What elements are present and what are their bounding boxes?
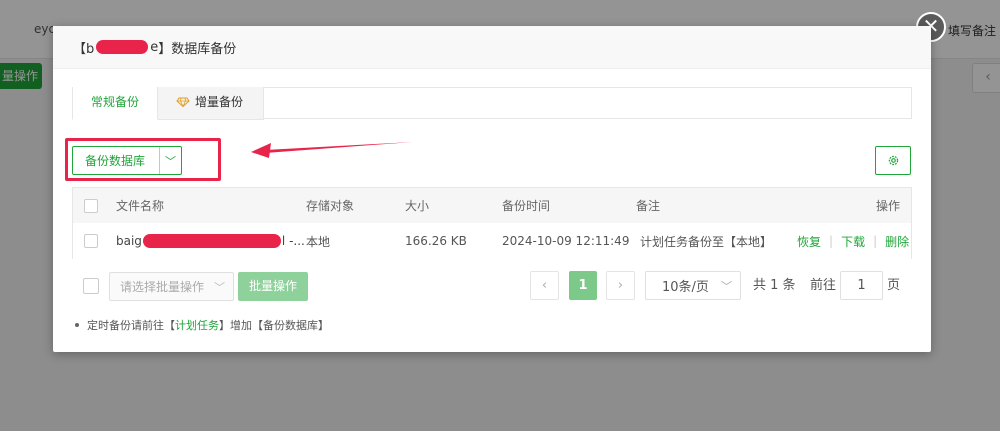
tab-regular-backup[interactable]: 常规备份	[72, 87, 159, 120]
goto-label: 前往	[810, 278, 837, 293]
row-storage: 本地	[306, 234, 331, 249]
table-row: baig l -... 本地 166.26 KB 2024-10-09 12:11…	[73, 223, 911, 259]
backup-database-button[interactable]: 备份数据库 ﹀	[72, 146, 182, 175]
page-size-select[interactable]: 10条/页 ﹀	[645, 271, 741, 300]
bullet	[75, 323, 79, 327]
goto-page-input[interactable]	[840, 271, 883, 300]
page-size-value: 10条/页	[662, 280, 709, 295]
gear-icon-glyph	[888, 155, 898, 166]
backup-database-label: 备份数据库	[85, 154, 146, 168]
annotation-arrow	[251, 142, 413, 158]
action-divider: |	[873, 234, 878, 248]
prev-page-button[interactable]: ‹	[530, 271, 559, 300]
diamond-icon	[176, 97, 190, 107]
row-size: 166.26 KB	[405, 234, 467, 248]
tab-incremental-backup[interactable]: 增量备份	[158, 87, 264, 120]
row-note: 计划任务备份至【本地】	[640, 234, 773, 249]
backup-tabs: 常规备份 增量备份	[72, 87, 912, 120]
backup-table: 文件名称 存储对象 大小 备份时间 备注 操作 baig l -... 本地 16…	[72, 187, 912, 259]
row-checkbox[interactable]	[84, 234, 98, 248]
chevron-down-icon: ﹀	[721, 279, 732, 293]
batch-operation-button[interactable]: 批量操作	[238, 272, 308, 301]
filename-prefix: baig	[116, 234, 142, 248]
delete-link[interactable]: 删除	[885, 233, 909, 250]
tab-incremental-label: 增量备份	[195, 95, 244, 109]
scheduled-task-link[interactable]: 计划任务	[175, 319, 219, 332]
batch-operation-select[interactable]: 请选择批量操作 ﹀	[109, 272, 234, 301]
row-time: 2024-10-09 12:11:49	[502, 234, 630, 248]
tip-after: 】增加【备份数据库】	[219, 319, 329, 332]
current-page[interactable]: 1	[569, 271, 597, 300]
table-header: 文件名称 存储对象 大小 备份时间 备注 操作	[73, 188, 911, 224]
footer-select-all-checkbox[interactable]	[83, 278, 99, 294]
action-divider: |	[829, 234, 834, 248]
page-unit-label: 页	[887, 278, 901, 293]
dialog-title-prefix: 【b	[73, 41, 95, 57]
header-actions: 操作	[876, 199, 901, 213]
filename-suffix: l -...	[281, 234, 305, 248]
next-page-button[interactable]: ›	[606, 271, 635, 300]
header-storage: 存储对象	[306, 199, 355, 213]
dialog-title: 【b e 】数据库备份	[53, 26, 931, 69]
tip-before: 定时备份请前往【	[87, 319, 175, 332]
download-link[interactable]: 下载	[841, 233, 865, 250]
schedule-tip: 定时备份请前往【计划任务】增加【备份数据库】	[75, 317, 329, 333]
total-count: 共 1 条	[753, 278, 796, 293]
redaction-mark	[142, 234, 281, 248]
header-note: 备注	[636, 199, 661, 213]
select-all-cell	[84, 188, 98, 223]
restore-link[interactable]: 恢复	[797, 233, 821, 250]
button-divider	[159, 147, 160, 174]
chevron-down-icon[interactable]: ﹀	[160, 153, 181, 169]
row-actions: 恢复 | 下载 | 删除	[797, 223, 909, 259]
row-select-cell	[84, 223, 98, 259]
database-backup-dialog: 【b e 】数据库备份 常规备份 增量备份 备份数据库 ﹀ 文件名称 存储对象 …	[53, 26, 931, 352]
redaction-mark	[96, 40, 149, 54]
dialog-title-mid: e	[150, 39, 159, 55]
select-all-checkbox[interactable]	[84, 198, 98, 213]
header-size: 大小	[405, 199, 430, 213]
header-time: 备份时间	[502, 199, 551, 213]
dialog-title-suffix: 】数据库备份	[158, 41, 237, 57]
row-filename: baig l -...	[116, 223, 305, 259]
header-filename: 文件名称	[116, 199, 165, 213]
gear-icon[interactable]	[875, 146, 911, 175]
chevron-down-icon: ﹀	[214, 280, 225, 294]
batch-operation-placeholder: 请选择批量操作	[120, 280, 205, 294]
